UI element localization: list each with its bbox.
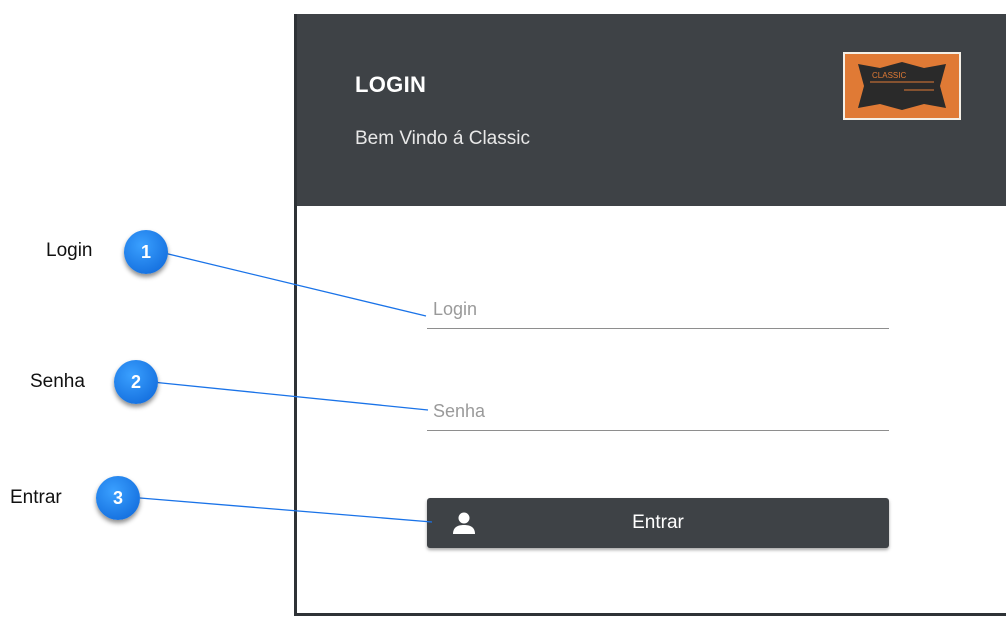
callout-badge-2: 2	[114, 360, 158, 404]
leader-line-1	[159, 251, 427, 317]
callout-label-entrar: Entrar	[10, 487, 62, 508]
callout-label-senha: Senha	[30, 371, 85, 392]
leader-line-3	[139, 497, 433, 523]
callout-label-login: Login	[46, 240, 93, 261]
callout-badge-3: 3	[96, 476, 140, 520]
leader-line-2	[151, 381, 429, 411]
callout-leader-lines	[139, 251, 433, 523]
callout-badge-1: 1	[124, 230, 168, 274]
